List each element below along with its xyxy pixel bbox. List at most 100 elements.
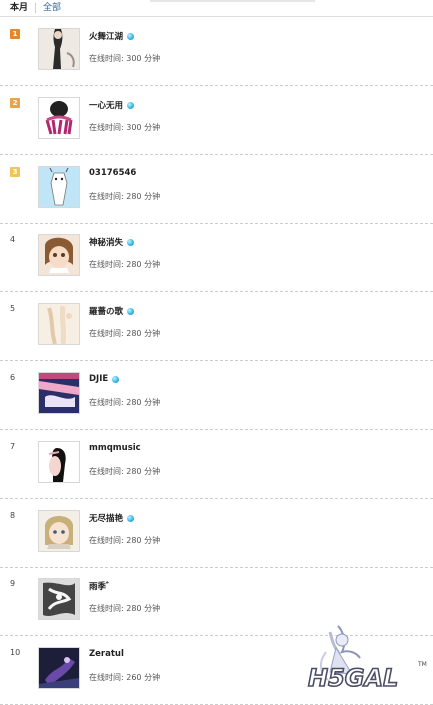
- online-minutes: 300: [126, 54, 142, 63]
- username-text: 雨季゛: [89, 582, 115, 592]
- avatar-image: [39, 648, 79, 688]
- ranking-row: 3 03176546 在线时间: 280 分钟: [0, 155, 433, 224]
- h5gal-logo: H5GAL TM: [307, 625, 427, 693]
- avatar-image: [39, 373, 79, 413]
- online-time: 在线时间: 280 分钟: [89, 328, 160, 339]
- online-time: 在线时间: 280 分钟: [89, 535, 160, 546]
- avatar[interactable]: [38, 441, 80, 483]
- avatar[interactable]: [38, 578, 80, 620]
- online-minutes: 260: [126, 673, 142, 682]
- username-text: DJIE: [89, 374, 109, 384]
- online-time: 在线时间: 280 分钟: [89, 603, 160, 614]
- rank-number: 10: [10, 648, 21, 657]
- online-minutes: 280: [126, 398, 142, 407]
- online-label: 在线时间:: [89, 536, 127, 545]
- online-label: 在线时间:: [89, 123, 127, 132]
- ranking-row: 2 一心无用在线时间: 300 分钟: [0, 86, 433, 155]
- avatar[interactable]: [38, 234, 80, 276]
- rank-number: 8: [10, 511, 16, 520]
- verified-icon: [127, 514, 135, 522]
- username-link[interactable]: 一心无用: [89, 99, 135, 111]
- rank-medal-badge: 3: [10, 167, 20, 177]
- online-minutes: 280: [126, 604, 142, 613]
- tab-this-month[interactable]: 本月: [10, 0, 28, 16]
- avatar-image: [39, 167, 79, 207]
- avatar-image: [39, 442, 79, 482]
- username-link[interactable]: 03176546: [89, 168, 136, 178]
- avatar[interactable]: [38, 647, 80, 689]
- avatar-image: [39, 98, 79, 138]
- online-label: 在线时间:: [89, 54, 127, 63]
- online-time: 在线时间: 300 分钟: [89, 122, 160, 133]
- header-decoration: [150, 0, 315, 2]
- avatar[interactable]: [38, 372, 80, 414]
- username-link[interactable]: 神秘消失: [89, 236, 135, 248]
- username-text: mmqmusic: [89, 443, 141, 453]
- online-minutes: 280: [126, 467, 142, 476]
- online-minutes: 280: [126, 329, 142, 338]
- online-unit: 分钟: [141, 604, 161, 613]
- username-link[interactable]: mmqmusic: [89, 443, 141, 453]
- online-time: 在线时间: 280 分钟: [89, 397, 160, 408]
- username-link[interactable]: DJIE: [89, 374, 120, 384]
- username-link[interactable]: 雨季゛: [89, 580, 115, 592]
- online-minutes: 280: [126, 536, 142, 545]
- ranking-row: 7 mmqmusic 在线时间: 280 分钟: [0, 430, 433, 499]
- ranking-row: 5 羅薔の歌在线时间: 280 分钟: [0, 292, 433, 361]
- tab-all-time[interactable]: 全部: [43, 0, 61, 16]
- online-time: 在线时间: 260 分钟: [89, 672, 160, 683]
- ranking-row: 1 火舞江湖在线时间: 300 分钟: [0, 17, 433, 86]
- online-time: 在线时间: 280 分钟: [89, 466, 160, 477]
- verified-icon: [112, 375, 120, 383]
- online-unit: 分钟: [141, 673, 161, 682]
- username-text: 羅薔の歌: [89, 307, 124, 317]
- ranking-row: 6 DJIE 在线时间: 280 分钟: [0, 361, 433, 430]
- online-unit: 分钟: [141, 398, 161, 407]
- online-minutes: 280: [126, 260, 142, 269]
- avatar[interactable]: [38, 28, 80, 70]
- online-time: 在线时间: 280 分钟: [89, 259, 160, 270]
- ranking-row: 4 神秘消失在线时间: 280 分钟: [0, 223, 433, 292]
- username-link[interactable]: Zeratul: [89, 649, 124, 659]
- online-label: 在线时间:: [89, 673, 127, 682]
- tab-divider: [35, 3, 36, 13]
- online-label: 在线时间:: [89, 467, 127, 476]
- online-label: 在线时间:: [89, 398, 127, 407]
- svg-text:H5GAL: H5GAL: [308, 664, 398, 692]
- online-unit: 分钟: [141, 260, 161, 269]
- username-text: 神秘消失: [89, 238, 124, 248]
- username-text: 一心无用: [89, 101, 124, 111]
- username-text: 火舞江湖: [89, 32, 124, 42]
- online-time: 在线时间: 280 分钟: [89, 191, 160, 202]
- verified-icon: [127, 238, 135, 246]
- rank-medal-badge: 2: [10, 98, 20, 108]
- avatar[interactable]: [38, 303, 80, 345]
- online-unit: 分钟: [141, 192, 161, 201]
- avatar[interactable]: [38, 510, 80, 552]
- rank-number: 5: [10, 304, 16, 313]
- rank-number: 6: [10, 373, 16, 382]
- online-minutes: 280: [126, 192, 142, 201]
- username-text: 03176546: [89, 168, 137, 178]
- verified-icon: [127, 32, 135, 40]
- rank-number: 4: [10, 235, 16, 244]
- avatar-image: [39, 511, 79, 551]
- ranking-row: 8 无尽描艳在线时间: 280 分钟: [0, 499, 433, 568]
- avatar-image: [39, 304, 79, 344]
- avatar[interactable]: [38, 97, 80, 139]
- online-minutes: 300: [126, 123, 142, 132]
- online-unit: 分钟: [141, 467, 161, 476]
- username-link[interactable]: 火舞江湖: [89, 30, 135, 42]
- username-text: Zeratul: [89, 649, 124, 659]
- rank-medal-badge: 1: [10, 29, 20, 39]
- online-label: 在线时间:: [89, 604, 127, 613]
- username-link[interactable]: 羅薔の歌: [89, 305, 135, 317]
- online-unit: 分钟: [141, 54, 161, 63]
- verified-icon: [127, 307, 135, 315]
- online-time: 在线时间: 300 分钟: [89, 53, 160, 64]
- username-link[interactable]: 无尽描艳: [89, 512, 135, 524]
- online-label: 在线时间:: [89, 329, 127, 338]
- verified-icon: [127, 101, 135, 109]
- avatar[interactable]: [38, 166, 80, 208]
- online-unit: 分钟: [141, 536, 161, 545]
